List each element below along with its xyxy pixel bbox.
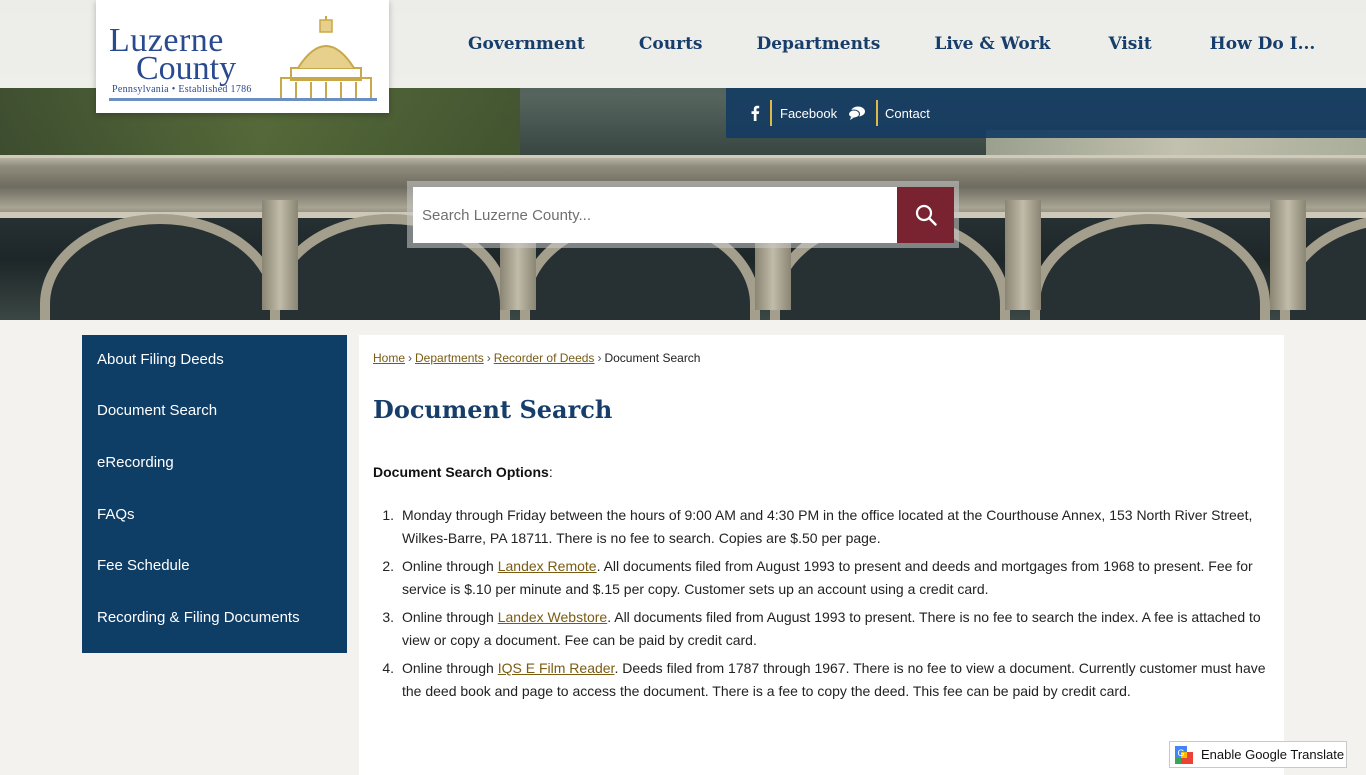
facebook-link[interactable]: [750, 100, 760, 126]
nav-visit[interactable]: Visit: [1108, 34, 1151, 54]
list-item: 3. Online through Landex Webstore. All d…: [373, 606, 1273, 652]
sidebar-item-fee-schedule[interactable]: Fee Schedule: [82, 540, 347, 592]
breadcrumb-departments[interactable]: Departments: [415, 351, 484, 365]
contact-icon-link[interactable]: [848, 100, 866, 126]
list-item: 1. Monday through Friday between the hou…: [373, 504, 1273, 550]
facebook-icon: [751, 105, 760, 121]
list-item-number: 2.: [382, 558, 394, 574]
list-item-text: Monday through Friday between the hours …: [402, 504, 1273, 550]
social-bar: Facebook Contact: [726, 88, 1366, 138]
facebook-text-link[interactable]: Facebook: [780, 100, 837, 126]
hero-bridge-pier: [1005, 200, 1041, 310]
list-item-number: 4.: [382, 660, 394, 676]
nav-courts[interactable]: Courts: [639, 34, 703, 54]
google-translate-button[interactable]: G Enable Google Translate: [1169, 741, 1347, 768]
breadcrumb-separator: ›: [408, 351, 413, 365]
search-button[interactable]: [897, 187, 954, 243]
list-item-number: 3.: [382, 609, 394, 625]
list-item: 2. Online through Landex Remote. All doc…: [373, 555, 1273, 601]
page-title: Document Search: [373, 395, 613, 424]
option-prefix: Online through: [402, 558, 498, 574]
nav-departments[interactable]: Departments: [757, 34, 881, 54]
svg-text:G: G: [1177, 748, 1184, 758]
hero-bridge-pier: [1270, 200, 1306, 310]
option-prefix: Online through: [402, 609, 498, 625]
nav-how-do-i[interactable]: How Do I...: [1210, 34, 1316, 54]
search-input[interactable]: [413, 187, 899, 243]
google-translate-label: Enable Google Translate: [1201, 747, 1345, 762]
breadcrumb: Home › Departments › Recorder of Deeds › Docum…: [373, 351, 700, 365]
list-item-text: Online through Landex Webstore. All docu…: [402, 606, 1273, 652]
section-heading: Document Search Options:: [373, 464, 553, 480]
breadcrumb-current: Document Search: [604, 351, 701, 365]
landex-webstore-link[interactable]: Landex Webstore: [498, 609, 607, 625]
breadcrumb-separator: ›: [486, 351, 491, 365]
site-search: [407, 181, 959, 248]
site-logo[interactable]: Luzerne County Pennsylvania • Establishe…: [96, 0, 389, 113]
nav-government[interactable]: Government: [468, 34, 585, 54]
search-options-list: 1. Monday through Friday between the hou…: [373, 504, 1273, 708]
list-item-text: Online through Landex Remote. All docume…: [402, 555, 1273, 601]
option-prefix: Online through: [402, 660, 498, 676]
social-divider: [876, 100, 878, 126]
chat-bubbles-icon: [848, 106, 865, 120]
logo-tagline: Pennsylvania • Established 1786: [112, 84, 252, 95]
sidebar-item-recording-filing-documents[interactable]: Recording & Filing Documents: [82, 592, 347, 644]
section-heading-colon: :: [548, 464, 553, 480]
logo-name-line2: County: [136, 50, 237, 87]
breadcrumb-separator: ›: [597, 351, 602, 365]
list-item: 4. Online through IQS E Film Reader. Dee…: [373, 657, 1273, 703]
nav-live-work[interactable]: Live & Work: [934, 34, 1050, 54]
sidebar-item-erecording[interactable]: eRecording: [82, 437, 347, 489]
breadcrumb-home[interactable]: Home: [373, 351, 405, 365]
google-translate-icon: G: [1175, 745, 1193, 764]
main-nav: Government Courts Departments Live & Wor…: [440, 0, 1315, 88]
social-divider: [770, 100, 772, 126]
main-content: Home › Departments › Recorder of Deeds › Docum…: [359, 335, 1284, 775]
search-icon: [915, 204, 937, 226]
section-heading-text: Document Search Options: [373, 464, 549, 480]
courthouse-dome-icon: [280, 16, 372, 100]
sidebar-item-faqs[interactable]: FAQs: [82, 489, 347, 541]
list-item-text: Online through IQS E Film Reader. Deeds …: [402, 657, 1273, 703]
list-item-number: 1.: [382, 507, 394, 523]
sidebar-nav: About Filing Deeds Document Search eReco…: [82, 335, 347, 653]
hero-bridge-pier: [262, 200, 298, 310]
sidebar-item-about-filing-deeds[interactable]: About Filing Deeds: [82, 335, 347, 385]
breadcrumb-recorder-of-deeds[interactable]: Recorder of Deeds: [494, 351, 595, 365]
iqs-e-film-reader-link[interactable]: IQS E Film Reader: [498, 660, 615, 676]
contact-link[interactable]: Contact: [885, 100, 930, 126]
landex-remote-link[interactable]: Landex Remote: [498, 558, 597, 574]
option-description: Monday through Friday between the hours …: [402, 507, 1253, 546]
sidebar-item-document-search[interactable]: Document Search: [82, 385, 347, 437]
logo-underline: [109, 98, 377, 101]
